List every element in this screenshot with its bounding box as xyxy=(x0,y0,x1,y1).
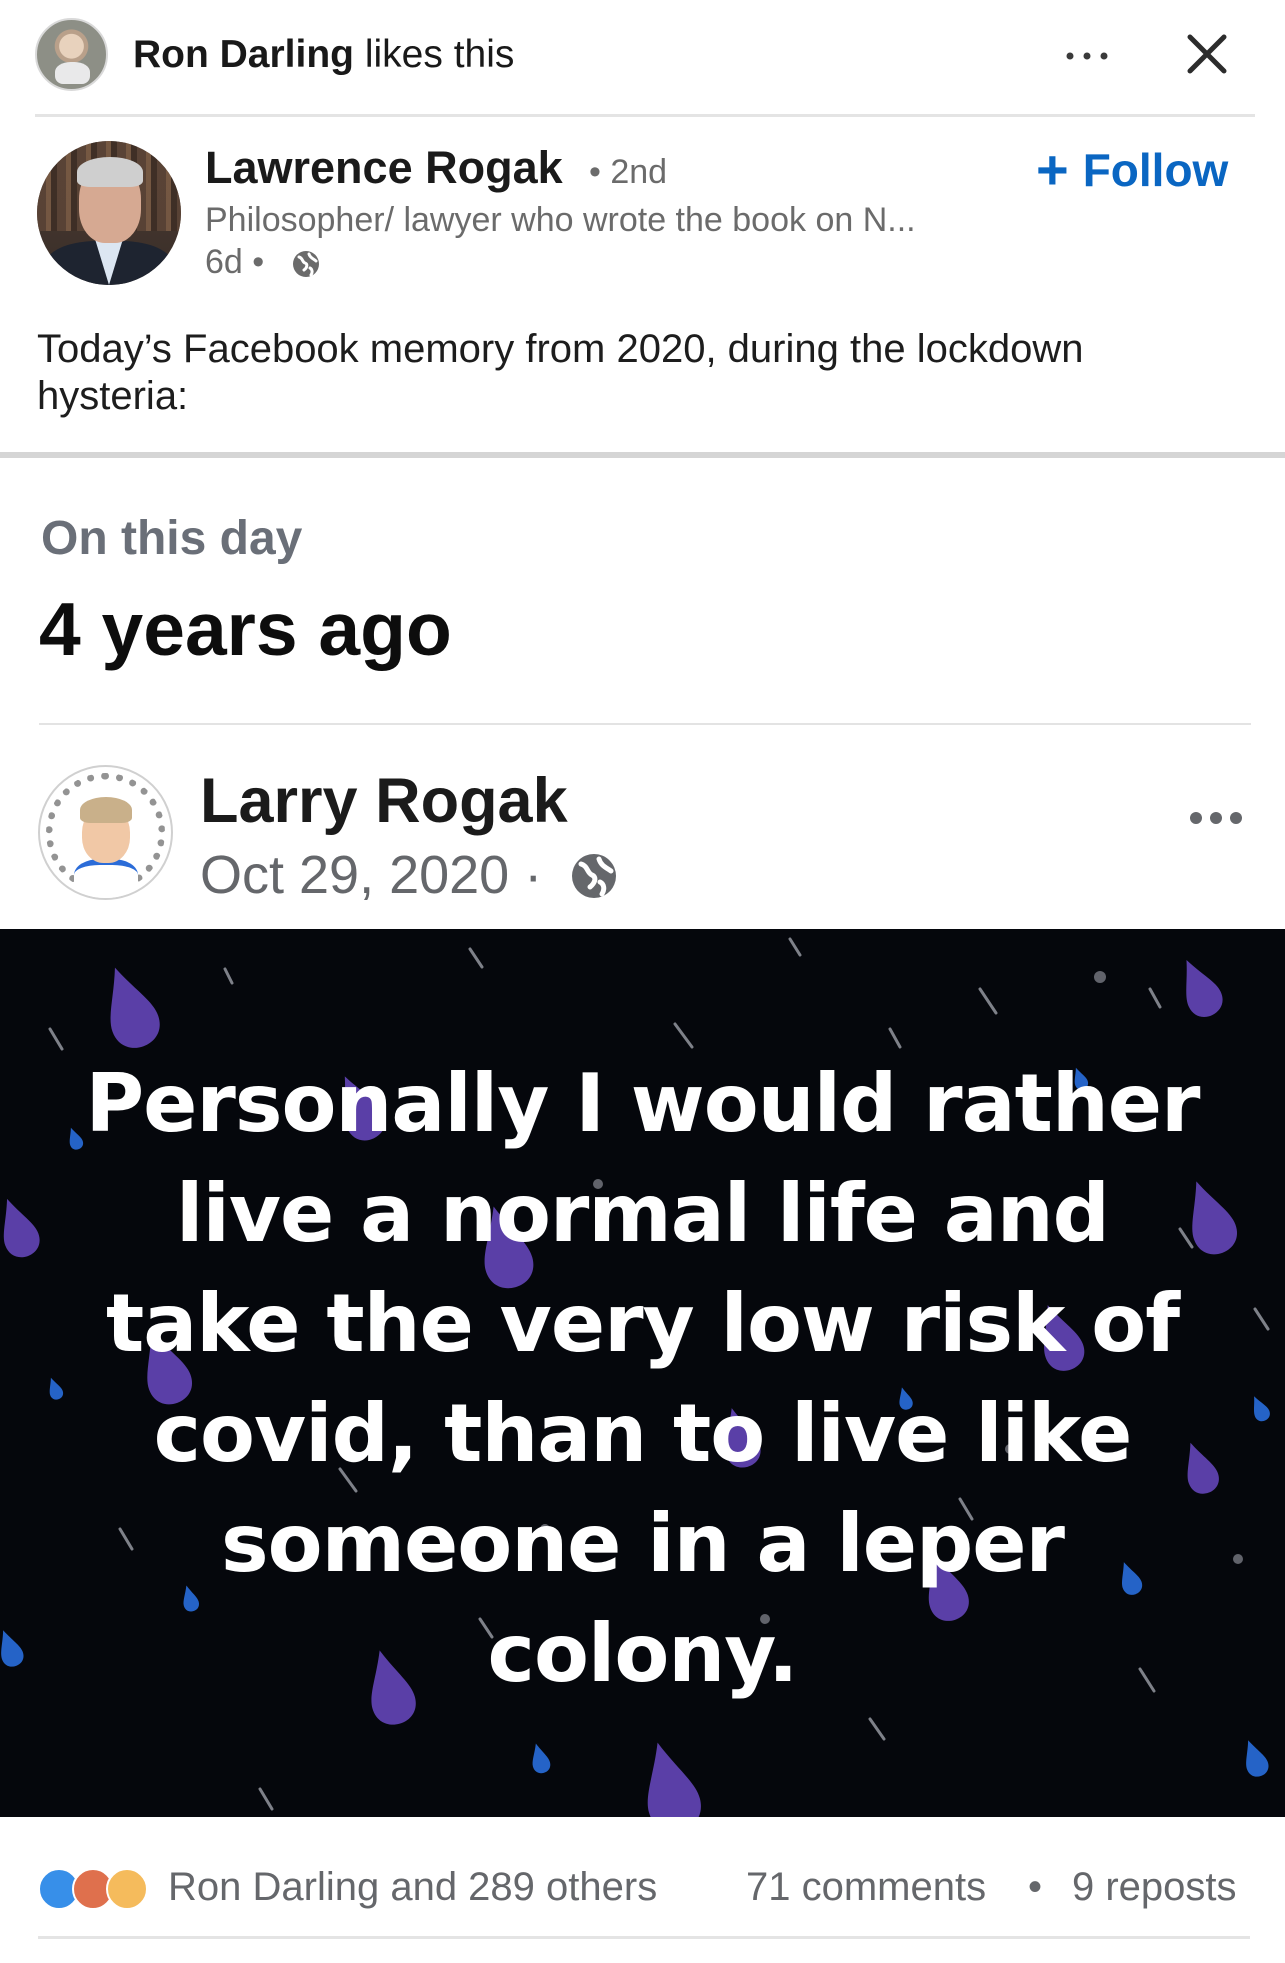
memory-card: On this day 4 years ago Larry Rogak Oct … xyxy=(0,458,1285,1963)
reactions-icons[interactable] xyxy=(38,1868,156,1912)
comments-count[interactable]: 71 comments xyxy=(746,1860,986,1914)
social-counts: Ron Darling and 289 others 71 comments •… xyxy=(0,1838,1285,1939)
follow-label: Follow xyxy=(1082,144,1229,196)
divider xyxy=(38,1936,1250,1939)
facebook-post-date: Oct 29, 2020 · xyxy=(200,845,543,905)
facebook-avatar xyxy=(38,765,173,900)
more-options-icon[interactable] xyxy=(1060,34,1114,74)
author-avatar[interactable] xyxy=(37,141,181,285)
globe-icon xyxy=(568,850,620,902)
divider xyxy=(35,114,1255,117)
follow-button[interactable]: + Follow xyxy=(1036,140,1228,200)
quote-text: Personally I would rather live a normal … xyxy=(85,1057,1200,1700)
activity-header: Ron Darling likes this xyxy=(0,0,1285,115)
liker-avatar[interactable] xyxy=(35,18,108,91)
post-author: Lawrence Rogak • 2nd Philosopher/ lawyer… xyxy=(0,130,1285,290)
reposts-count[interactable]: 9 reposts xyxy=(1072,1860,1237,1914)
plus-icon: + xyxy=(1036,138,1069,201)
liker-name[interactable]: Ron Darling xyxy=(133,33,354,76)
globe-icon xyxy=(290,248,322,280)
post-commentary: Today’s Facebook memory from 2020, durin… xyxy=(37,327,1084,418)
divider xyxy=(39,723,1251,725)
reactions-count[interactable]: Ron Darling and 289 others xyxy=(168,1860,657,1914)
author-headline: Philosopher/ lawyer who wrote the book o… xyxy=(205,201,916,239)
author-name[interactable]: Lawrence Rogak xyxy=(205,142,563,194)
liker-action: likes this xyxy=(364,33,515,76)
facebook-author-name: Larry Rogak xyxy=(200,766,568,836)
quote-image[interactable]: Personally I would rather live a normal … xyxy=(0,929,1285,1817)
connection-degree: • 2nd xyxy=(589,153,668,191)
close-icon[interactable] xyxy=(1180,27,1234,81)
facebook-post-header: Larry Rogak Oct 29, 2020 · xyxy=(0,750,1285,905)
activity-text: Ron Darling likes this xyxy=(133,32,514,78)
on-this-day-label: On this day xyxy=(41,512,303,565)
years-ago-heading: 4 years ago xyxy=(39,587,452,671)
stats-separator: • xyxy=(1028,1865,1043,1909)
facebook-more-icon xyxy=(1188,808,1244,828)
insightful-reaction-icon xyxy=(106,1868,148,1910)
post-age: 6d • xyxy=(205,243,265,281)
